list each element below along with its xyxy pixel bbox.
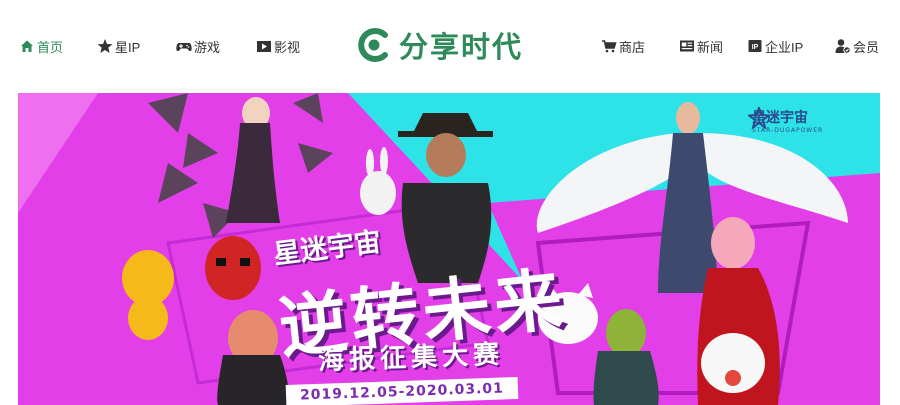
nav-member[interactable]: 会员 [835,36,879,56]
cart-icon [601,38,617,54]
brand-star-icon [748,107,770,129]
star-icon [97,38,113,54]
nav-store[interactable]: 商店 [601,36,645,56]
nav-member-label: 会员 [853,39,880,55]
nav-news-label: 新闻 [697,39,724,55]
news-icon [679,38,695,54]
film-icon [256,38,272,54]
nav-home-label: 首页 [37,39,64,55]
nav-enterprise-ip[interactable]: IP 企业IP [747,36,803,56]
home-icon [19,38,35,54]
nav-star-ip[interactable]: 星IP [97,36,140,56]
nav-store-label: 商店 [619,39,646,55]
gamepad-icon [176,38,192,54]
logo-text: 分享时代 [399,30,524,64]
nav-games[interactable]: 游戏 [176,36,220,56]
site-logo[interactable]: 分享时代 [355,25,523,65]
nav-star-ip-label: 星IP [115,39,141,55]
banner-event: 海报征集大赛 [317,339,505,377]
svg-text:IP: IP [752,44,759,51]
brand-badge: 星迷宇宙 STAR-DUGAPOWER [748,107,823,134]
nav-games-label: 游戏 [194,39,221,55]
nav-enterprise-ip-label: 企业IP [765,39,804,55]
site-header: 首页 星IP 游戏 影视 分享时代 商店 新闻 IP 企业IP 会员 [0,0,900,92]
nav-news[interactable]: 新闻 [679,36,723,56]
nav-home[interactable]: 首页 [19,36,63,56]
ip-icon: IP [747,38,763,54]
hero-banner[interactable]: 星迷宇宙 STAR-DUGAPOWER 星迷宇宙 逆转未来 海报征集大赛 201… [18,93,880,405]
nav-film-label: 影视 [274,39,301,55]
logo-c-icon [358,28,388,62]
user-icon [835,38,851,54]
nav-film[interactable]: 影视 [256,36,300,56]
